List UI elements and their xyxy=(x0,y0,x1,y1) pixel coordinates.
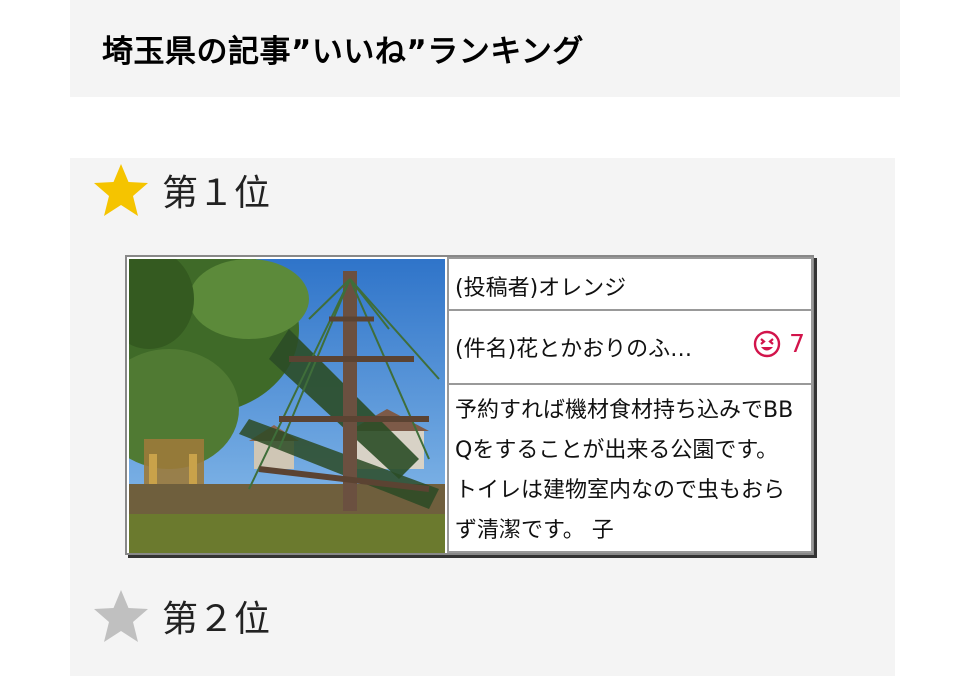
rank-heading-2: 第２位 xyxy=(92,586,270,646)
rank-label: 第２位 xyxy=(162,599,271,640)
title-cell: (件名)花とかおりのふ… 7 xyxy=(447,309,813,385)
laughing-face-icon xyxy=(753,330,781,357)
silver-star-icon xyxy=(94,590,148,642)
like-count: 7 xyxy=(789,329,805,358)
article-title[interactable]: (件名)花とかおりのふ… xyxy=(455,331,692,363)
ranking-panel: 第１位 (投稿者)オレンジ (件名)花とかおりのふ… 7 予約すれば機材食材持ち… xyxy=(70,158,895,676)
article-author: (投稿者)オレンジ xyxy=(455,276,627,301)
article-photo[interactable] xyxy=(129,259,445,553)
author-cell: (投稿者)オレンジ xyxy=(447,257,813,311)
page-title: 埼玉県の記事”いいね”ランキング xyxy=(102,34,584,70)
rank-label: 第１位 xyxy=(162,173,271,214)
page-header: 埼玉県の記事”いいね”ランキング xyxy=(70,0,900,97)
gold-star-icon xyxy=(94,164,148,216)
rank-heading-1: 第１位 xyxy=(92,160,270,220)
body-cell: 予約すれば機材食材持ち込みでBBQをすることが出来る公園です。 トイレは建物室内… xyxy=(447,383,813,553)
article-card[interactable]: (投稿者)オレンジ (件名)花とかおりのふ… 7 予約すれば機材食材持ち込みでB… xyxy=(125,255,814,555)
article-excerpt: 予約すれば機材食材持ち込みでBBQをすることが出来る公園です。 トイレは建物室内… xyxy=(455,398,794,543)
like-counter[interactable]: 7 xyxy=(753,329,805,358)
article-info: (投稿者)オレンジ (件名)花とかおりのふ… 7 予約すれば機材食材持ち込みでB… xyxy=(447,257,813,553)
